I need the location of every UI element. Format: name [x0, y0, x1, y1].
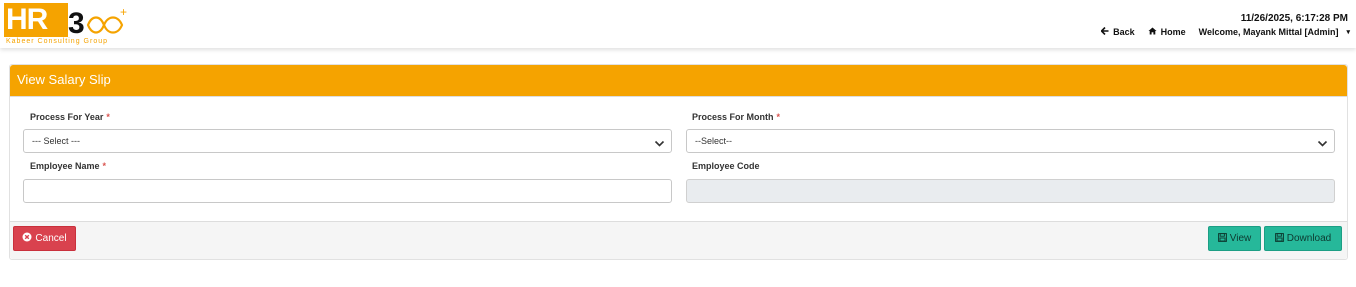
download-label: Download [1286, 233, 1332, 244]
logo-360-mark: 3 + [68, 5, 127, 39]
salary-slip-panel: View Salary Slip Process For Year * --- S… [9, 64, 1348, 260]
panel-title: View Salary Slip [10, 65, 1347, 97]
logo-subtitle: Kabeer Consulting Group [6, 38, 108, 45]
view-label: View [1229, 233, 1252, 244]
chevron-down-icon [1317, 135, 1328, 157]
required-marker: * [102, 161, 107, 171]
times-circle-icon [22, 232, 32, 245]
download-button[interactable]: Download [1264, 226, 1342, 251]
panel-footer: Cancel View Download [10, 221, 1347, 259]
top-header: HR 3 + Kabeer Consulting Group 11/26/202… [0, 0, 1356, 48]
process-month-select[interactable]: --Select-- [686, 129, 1335, 153]
save-icon [1274, 232, 1284, 245]
process-year-select-value: --- Select --- [32, 136, 80, 146]
current-datetime: 11/26/2025, 6:17:28 PM [1240, 13, 1348, 24]
cancel-button[interactable]: Cancel [13, 226, 76, 251]
home-link[interactable]: Home [1148, 27, 1186, 37]
required-marker: * [106, 112, 110, 122]
view-button[interactable]: View [1208, 226, 1261, 251]
chevron-down-icon [654, 135, 665, 157]
svg-text:+: + [120, 5, 127, 19]
home-icon [1148, 27, 1157, 37]
arrow-left-icon [1100, 26, 1109, 37]
top-nav: Back Home Welcome, Mayank Mittal [Admin]… [1100, 26, 1350, 37]
home-label: Home [1160, 27, 1186, 37]
employee-code-label: Employee Code [692, 161, 760, 171]
process-month-select-value: --Select-- [695, 136, 733, 146]
caret-down-icon: ▾ [1346, 29, 1350, 36]
hr360-logo[interactable]: HR 3 + Kabeer Consulting Group [4, 3, 130, 47]
process-month-label-text: Process For Month [692, 112, 774, 122]
process-year-label: Process For Year * [30, 112, 110, 122]
svg-text:3: 3 [68, 7, 85, 39]
process-month-label: Process For Month * [692, 112, 780, 122]
cancel-label: Cancel [35, 233, 67, 244]
user-menu[interactable]: Welcome, Mayank Mittal [Admin] ▾ [1199, 27, 1350, 37]
required-marker: * [776, 112, 781, 122]
welcome-user-label: Welcome, Mayank Mittal [Admin] [1198, 27, 1339, 37]
employee-name-label-text: Employee Name [30, 161, 100, 171]
process-year-select[interactable]: --- Select --- [23, 129, 672, 153]
employee-code-input [686, 179, 1335, 203]
logo-hr-text: HR [4, 3, 68, 37]
back-label: Back [1113, 27, 1135, 37]
save-icon [1217, 232, 1227, 245]
employee-name-input[interactable] [23, 179, 672, 203]
back-link[interactable]: Back [1100, 26, 1135, 37]
employee-name-label: Employee Name * [30, 161, 106, 171]
process-year-label-text: Process For Year [30, 112, 104, 122]
